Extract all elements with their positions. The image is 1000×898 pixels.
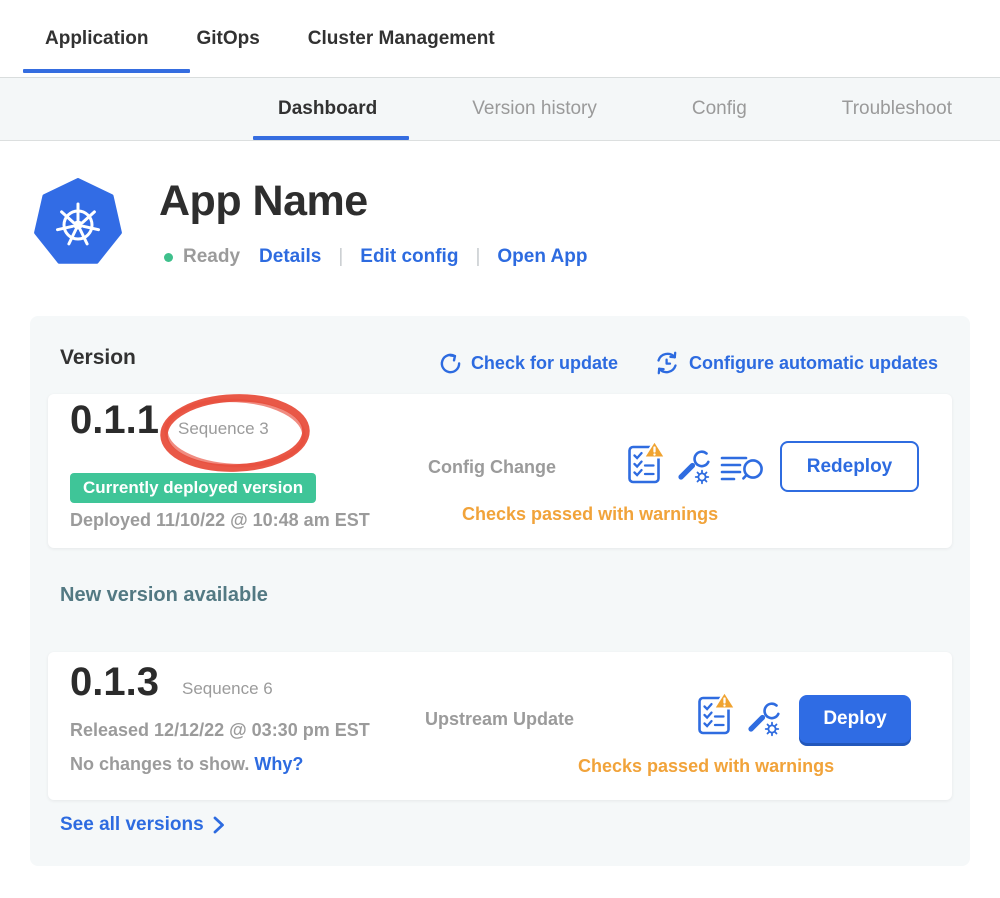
details-link[interactable]: Details: [259, 246, 321, 268]
edit-config-link[interactable]: Edit config: [360, 246, 458, 268]
deployed-timestamp: Deployed 11/10/22 @ 10:48 am EST: [70, 510, 370, 531]
see-all-versions-label: See all versions: [60, 814, 204, 836]
divider: |: [338, 246, 343, 268]
top-nav-item-application[interactable]: Application: [45, 28, 148, 50]
app-dashboard-screen: Application GitOps Cluster Management Da…: [0, 0, 1000, 898]
new-version-sequence: Sequence 6: [182, 679, 273, 699]
version-source-label: Config Change: [428, 457, 556, 478]
sub-nav: Dashboard Version history Config Trouble…: [0, 77, 1000, 141]
active-sub-tab-underline: [253, 136, 409, 140]
top-nav: Application GitOps Cluster Management: [0, 0, 1000, 77]
version-source-label: Upstream Update: [425, 709, 574, 730]
check-for-update-label: Check for update: [471, 353, 618, 374]
currently-deployed-badge: Currently deployed version: [70, 473, 316, 503]
status-dot-icon: [164, 253, 173, 262]
new-version-number: 0.1.3: [70, 658, 159, 706]
version-panel-actions: Check for update Configure automatic upd…: [439, 350, 938, 376]
kubernetes-logo-icon: [34, 178, 122, 266]
refresh-icon: [439, 352, 462, 375]
open-app-link[interactable]: Open App: [497, 246, 587, 268]
top-nav-item-gitops[interactable]: GitOps: [196, 28, 259, 50]
current-version-number: 0.1.1: [70, 396, 159, 444]
deploy-button[interactable]: Deploy: [799, 695, 911, 743]
version-panel-title: Version: [60, 346, 136, 370]
redeploy-button[interactable]: Redeploy: [780, 441, 919, 492]
changes-text: No changes to show.: [70, 754, 249, 774]
status-text: Ready: [183, 246, 240, 268]
version-panel: Version Check for update Configure autom…: [30, 316, 970, 866]
wrench-gear-icon[interactable]: [746, 701, 782, 737]
released-timestamp: Released 12/12/22 @ 03:30 pm EST: [70, 720, 370, 741]
current-version-sequence: Sequence 3: [178, 419, 269, 439]
active-top-tab-underline: [23, 69, 190, 73]
preflight-checklist-warning-icon[interactable]: [626, 439, 666, 485]
tab-dashboard[interactable]: Dashboard: [278, 98, 377, 120]
see-all-versions-link[interactable]: See all versions: [60, 814, 225, 836]
why-link[interactable]: Why?: [254, 754, 303, 774]
wrench-gear-icon[interactable]: [676, 449, 712, 485]
app-status-row: Ready Details | Edit config | Open App: [164, 243, 587, 271]
schedule-refresh-icon: [654, 350, 680, 376]
preflight-checks-status[interactable]: Checks passed with warnings: [578, 756, 834, 777]
new-version-available-heading: New version available: [60, 584, 268, 607]
tab-version-history[interactable]: Version history: [472, 98, 597, 120]
tab-config[interactable]: Config: [692, 98, 747, 120]
preflight-checklist-warning-icon[interactable]: [696, 690, 736, 736]
configure-automatic-updates-link[interactable]: Configure automatic updates: [654, 350, 938, 376]
chevron-right-icon: [213, 816, 225, 834]
changes-note: No changes to show. Why?: [70, 754, 303, 775]
new-version-card: 0.1.3 Sequence 6 Released 12/12/22 @ 03:…: [48, 652, 952, 800]
page-title: App Name: [159, 177, 368, 226]
configure-automatic-updates-label: Configure automatic updates: [689, 353, 938, 374]
tab-troubleshoot[interactable]: Troubleshoot: [842, 98, 952, 120]
top-nav-item-cluster-management[interactable]: Cluster Management: [308, 28, 495, 50]
current-version-card: 0.1.1 Sequence 3 Currently deployed vers…: [48, 394, 952, 548]
divider: |: [475, 246, 480, 268]
check-for-update-link[interactable]: Check for update: [439, 352, 618, 375]
preflight-checks-status[interactable]: Checks passed with warnings: [462, 504, 718, 525]
file-search-icon[interactable]: [720, 454, 766, 484]
